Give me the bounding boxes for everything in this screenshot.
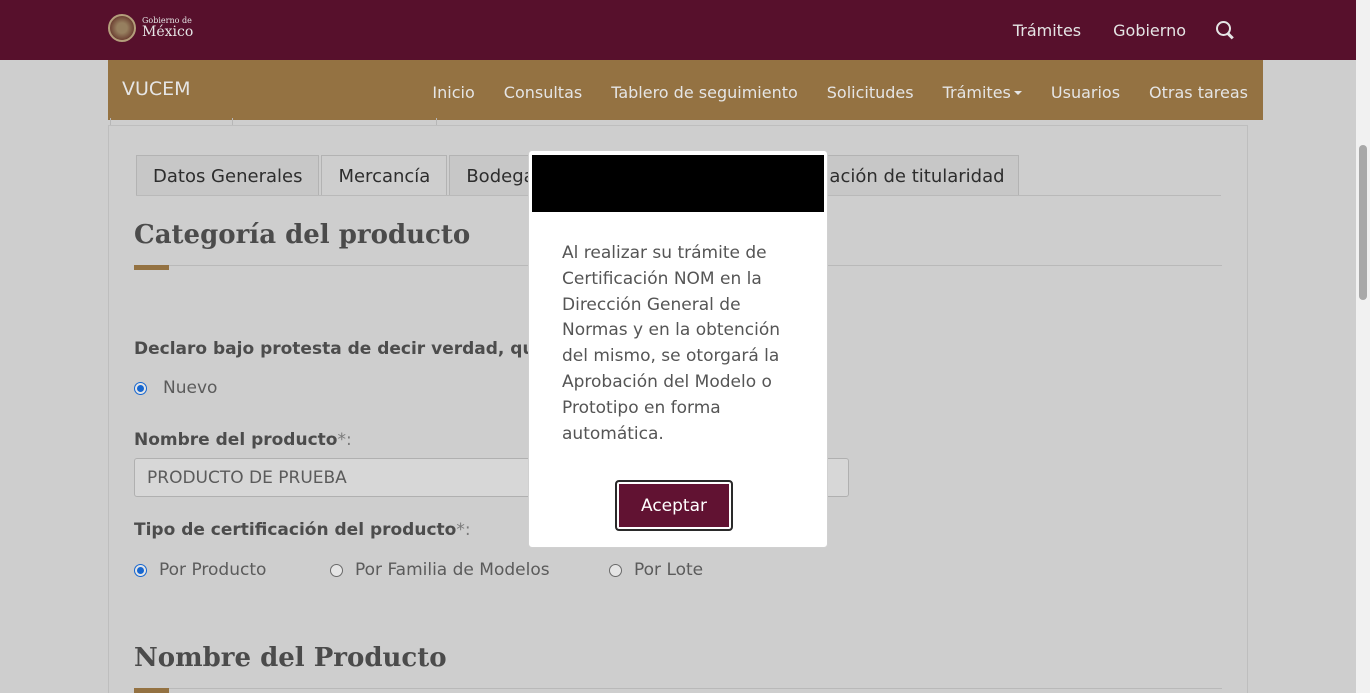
accept-button[interactable]: Aceptar bbox=[615, 480, 733, 531]
modal-header-redacted bbox=[532, 155, 824, 212]
info-modal: Al realizar su trámite de Certificación … bbox=[528, 150, 828, 548]
modal-message: Al realizar su trámite de Certificación … bbox=[562, 243, 781, 444]
page-scrollbar[interactable] bbox=[1356, 0, 1370, 693]
scrollbar-thumb[interactable] bbox=[1359, 145, 1367, 300]
